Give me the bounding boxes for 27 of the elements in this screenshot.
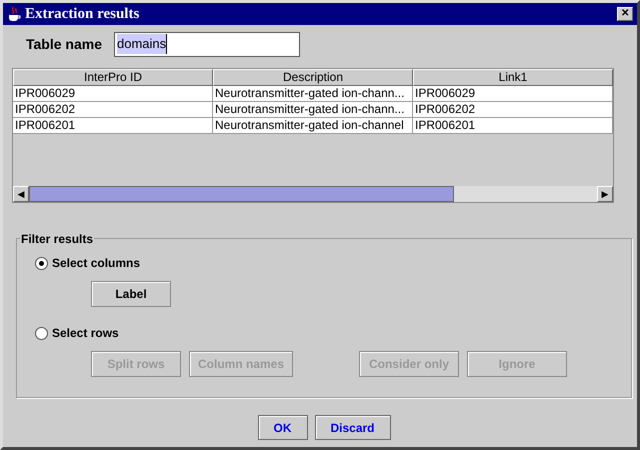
scroll-left-button[interactable]: ◀ bbox=[13, 186, 29, 202]
radio-button[interactable] bbox=[35, 326, 48, 340]
table-cell: IPR006202 bbox=[13, 102, 213, 118]
table-cell: IPR006202 bbox=[413, 102, 613, 118]
table-cell: IPR006201 bbox=[13, 118, 213, 134]
action-button[interactable]: Label bbox=[91, 281, 171, 307]
dialog-button[interactable]: OK bbox=[258, 415, 308, 440]
close-button[interactable]: ✕ bbox=[617, 7, 633, 21]
table-cell: Neurotransmitter-gated ion-chann... bbox=[213, 102, 413, 118]
radio-button[interactable] bbox=[35, 256, 48, 270]
column-header[interactable]: Description bbox=[213, 69, 413, 86]
table-cell: IPR006029 bbox=[413, 86, 613, 102]
radio-label: Select rows bbox=[52, 325, 119, 342]
table-name-label: Table name bbox=[26, 34, 102, 54]
column-header[interactable]: Link1 bbox=[413, 69, 613, 86]
window-title: Extraction results bbox=[25, 4, 140, 24]
dialog-button[interactable]: Discard bbox=[314, 415, 390, 440]
column-header[interactable]: InterPro ID bbox=[13, 69, 213, 86]
table-name-field[interactable]: domains bbox=[114, 32, 300, 56]
table-cell: Neurotransmitter-gated ion-channel bbox=[213, 118, 413, 134]
table-cell: IPR006029 bbox=[13, 86, 213, 102]
table-cell: Neurotransmitter-gated ion-chann... bbox=[213, 86, 413, 102]
scrollbar-thumb[interactable] bbox=[29, 186, 454, 202]
cup-icon bbox=[7, 6, 21, 22]
scroll-right-button[interactable]: ▶ bbox=[597, 186, 613, 202]
radio-label: Select columns bbox=[52, 255, 140, 272]
table-cell: IPR006201 bbox=[413, 118, 613, 134]
